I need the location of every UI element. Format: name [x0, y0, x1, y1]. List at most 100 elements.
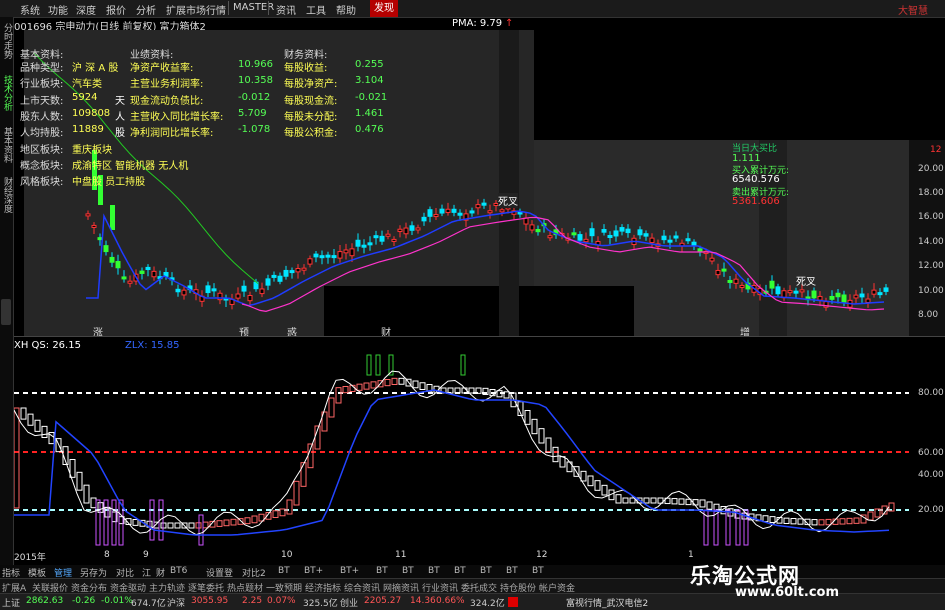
candle-down [775, 286, 781, 295]
candle-down [427, 209, 433, 217]
candle-up [715, 269, 721, 276]
pma-readout: PMA: 9.79 [452, 18, 503, 29]
basic-info-value: 沪 深 A 股 [72, 63, 119, 74]
menu-item-news[interactable]: 资讯 [276, 2, 296, 17]
indicator-tab[interactable]: BT [376, 566, 388, 576]
performance-label: 主营业务利润率: [130, 79, 204, 91]
index-cy-label[interactable]: 创业 [340, 596, 358, 609]
candle-down [469, 210, 475, 214]
candle-down [361, 244, 367, 248]
tab-finance-depth[interactable]: 财经深度 [1, 177, 12, 213]
indicator-tab[interactable]: BT [278, 566, 290, 576]
menu-item-depth[interactable]: 深度 [76, 2, 96, 17]
candle-down [373, 235, 379, 239]
candle-down [110, 205, 115, 230]
performance-value: -0.012 [238, 91, 271, 103]
candle-down [451, 208, 457, 213]
basic-info-label: 人均持股: [20, 128, 64, 140]
candle-up [91, 224, 97, 228]
indicator-tab[interactable]: BT [480, 566, 492, 576]
candle-up [433, 214, 439, 218]
collapse-handle[interactable] [1, 299, 11, 325]
indicator-tab[interactable]: BT [454, 566, 466, 576]
candle-down [601, 229, 607, 233]
candle-up [547, 235, 553, 239]
indicator-tab[interactable]: BT [402, 566, 414, 576]
candle-up [445, 208, 451, 213]
candle-up [733, 278, 739, 284]
basic-info-value: 汽车类 [72, 79, 102, 91]
indicator-axis-tick: 40.00 [918, 470, 944, 480]
indicator-tab[interactable]: BT+ [340, 566, 359, 576]
candle-down [109, 256, 115, 263]
menu-item-tools[interactable]: 工具 [306, 2, 326, 17]
indicator-chart[interactable] [14, 350, 945, 550]
candle-up [385, 233, 391, 237]
candle-down [271, 274, 277, 278]
left-tab-strip: 分时走势 技术分析 基本资料 财经深度 [0, 17, 14, 567]
index-sh-change: -0.26 [72, 596, 96, 606]
menu-item-function[interactable]: 功能 [48, 2, 68, 17]
candle-down [283, 269, 289, 277]
basic-info-value: 重庆板块 [72, 144, 112, 156]
x-axis-label: 12 [536, 550, 548, 560]
indicator-tab[interactable]: BT+ [304, 566, 323, 576]
candle-down [607, 234, 613, 238]
tab-intraday[interactable]: 分时走势 [1, 23, 12, 59]
candle-up [529, 224, 535, 231]
candle-down [637, 229, 643, 236]
basic-info-label: 品种类型: [20, 63, 64, 74]
candle-down [685, 238, 691, 242]
index-sh-label[interactable]: 上证 [2, 596, 20, 609]
candle-down [769, 280, 775, 289]
indicator-tab[interactable]: BT [532, 566, 544, 576]
menu-item-extended-market[interactable]: 扩展市场行情 [166, 2, 226, 17]
candle-up [151, 270, 157, 278]
index-hs-label[interactable]: 沪深 [167, 596, 185, 609]
candle-down [643, 233, 649, 237]
basic-info-label: 上市天数: [20, 95, 64, 107]
performance-value: 10.358 [238, 75, 273, 87]
menu-item-quote[interactable]: 报价 [106, 2, 126, 17]
menu-item-system[interactable]: 系统 [20, 2, 40, 17]
indicator-tab[interactable]: BT [506, 566, 518, 576]
candle-down [409, 225, 415, 231]
candle-down [877, 292, 883, 296]
death-cross-label: 死叉 [498, 193, 518, 208]
candle-down [103, 245, 109, 253]
candle-down [835, 292, 841, 298]
candle-up [649, 237, 655, 244]
candle-up [871, 289, 877, 295]
candle-up [85, 213, 91, 217]
candle-down [829, 295, 835, 300]
candle-up [817, 295, 823, 301]
x-axis-label: 10 [281, 550, 293, 560]
basic-info-label: 概念板块: [20, 160, 64, 172]
candle-down [145, 266, 151, 271]
finance-value: 0.255 [355, 59, 384, 70]
indicator-axis-tick: 60.00 [918, 448, 944, 458]
indicator-tab[interactable]: BT6 [170, 566, 187, 576]
index-cy-pct: 0.66% [436, 596, 465, 606]
basic-info-unit: 人 [115, 111, 125, 123]
price-axis-tick: 20.00 [918, 164, 944, 174]
menu-item-help[interactable]: 帮助 [336, 2, 356, 17]
finance-label: 每股收益: [284, 63, 328, 74]
alert-icon[interactable] [508, 597, 518, 607]
watermark-url: www.60lt.com [735, 585, 840, 600]
candle-down [571, 232, 577, 236]
finance-label: 每股未分配: [284, 111, 338, 123]
candle-down [697, 248, 703, 252]
tab-technical[interactable]: 技术分析 [1, 75, 12, 111]
finance-value: 3.104 [355, 75, 384, 87]
candle-up [487, 210, 493, 214]
candle-down [619, 227, 625, 232]
candle-up [235, 293, 241, 299]
menu-item-discover[interactable]: 发现 [370, 0, 398, 17]
candle-up [391, 238, 397, 242]
x-axis-label: 8 [104, 550, 110, 560]
candle-up [259, 288, 265, 295]
indicator-tab[interactable]: BT [428, 566, 440, 576]
tab-basic-info[interactable]: 基本资料 [1, 127, 12, 163]
menu-item-analysis[interactable]: 分析 [136, 2, 156, 17]
